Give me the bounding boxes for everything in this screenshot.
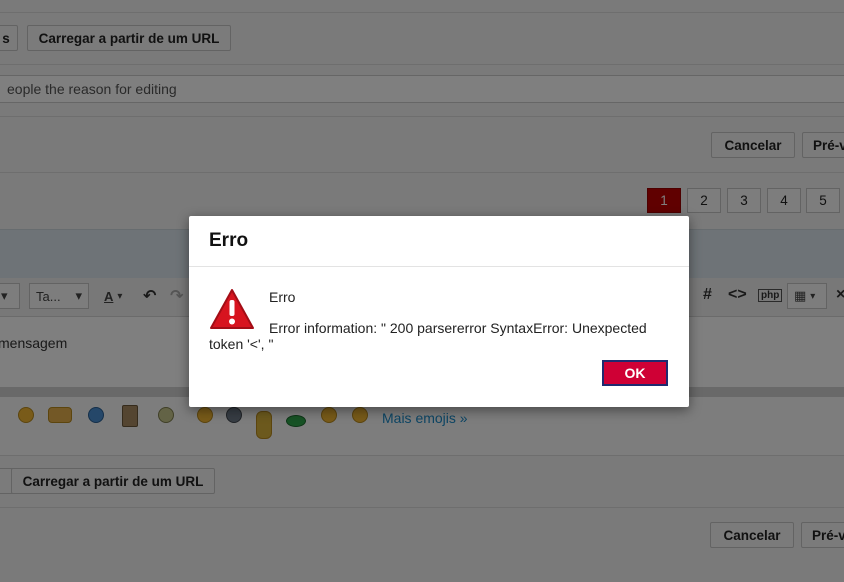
message-heading: Erro (269, 289, 296, 305)
message-body: Error information: " 200 parsererror Syn… (209, 320, 647, 352)
error-dialog: Erro Erro Error information: " 200 parse… (189, 216, 689, 407)
ok-button[interactable]: OK (602, 360, 668, 386)
divider (189, 266, 689, 267)
dialog-title: Erro (209, 230, 249, 251)
page: s Carregar a partir de um URL eople the … (0, 0, 844, 582)
